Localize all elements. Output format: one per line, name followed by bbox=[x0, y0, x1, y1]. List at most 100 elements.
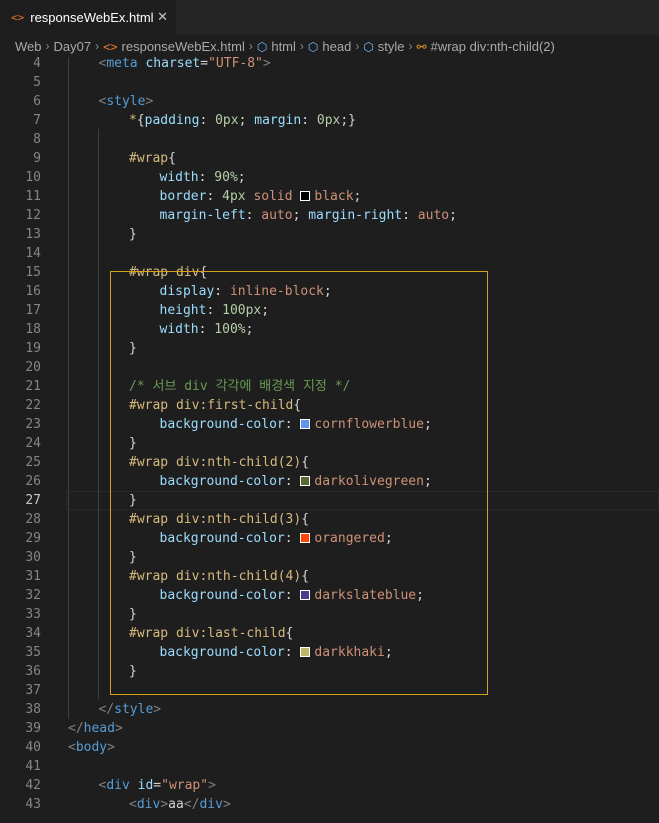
line-number: 20 bbox=[25, 360, 41, 375]
line-number: 43 bbox=[25, 797, 41, 812]
code-text: #wrap div:nth-child(3){ bbox=[129, 510, 309, 529]
code-token: ; bbox=[423, 417, 432, 432]
line-number: 8 bbox=[33, 132, 41, 147]
color-swatch[interactable] bbox=[300, 533, 311, 543]
code-token: #wrap div:nth-child(2) bbox=[129, 455, 302, 470]
color-swatch[interactable] bbox=[300, 419, 311, 429]
code-token: padding bbox=[144, 113, 200, 128]
code-token: { bbox=[293, 398, 302, 413]
code-token: margin-right bbox=[308, 208, 403, 223]
code-token: > bbox=[114, 721, 123, 736]
code-token: darkkhaki bbox=[314, 645, 385, 660]
code-text: margin-left: auto; margin-right: auto; bbox=[160, 206, 457, 225]
code-line: 5 bbox=[0, 73, 659, 92]
line-number: 26 bbox=[25, 474, 41, 489]
cube-icon: ⬡ bbox=[363, 39, 374, 54]
code-line: 42 <div id="wrap"> bbox=[0, 776, 659, 795]
code-token: 90% bbox=[214, 170, 238, 185]
line-number: 12 bbox=[25, 208, 41, 223]
breadcrumb-label: head bbox=[322, 38, 352, 54]
chevron-right-icon: › bbox=[248, 39, 253, 53]
indent-guide bbox=[98, 129, 99, 699]
code-token: < bbox=[68, 740, 76, 755]
code-token: "UTF-8" bbox=[208, 57, 263, 71]
code-text: </head> bbox=[68, 719, 123, 738]
code-token: display bbox=[159, 284, 215, 299]
breadcrumb-item[interactable]: ⬡ style bbox=[363, 39, 404, 54]
code-token: 4px bbox=[222, 189, 246, 204]
color-swatch[interactable] bbox=[300, 191, 311, 201]
breadcrumb-item[interactable]: Web bbox=[15, 39, 42, 54]
code-token: margin-left bbox=[159, 208, 246, 223]
line-number: 32 bbox=[25, 588, 41, 603]
code-token: : bbox=[198, 170, 215, 185]
code-token: } bbox=[129, 607, 137, 622]
code-token: 100px bbox=[222, 303, 262, 318]
line-number: 42 bbox=[25, 778, 41, 793]
code-token: 0px bbox=[215, 113, 239, 128]
code-token: width bbox=[159, 322, 199, 337]
code-token: darkslateblue bbox=[314, 588, 417, 603]
code-text: #wrap div:nth-child(2){ bbox=[129, 453, 309, 472]
code-text: #wrap{ bbox=[129, 149, 176, 168]
code-line: 40 <body> bbox=[0, 738, 659, 757]
code-token: solid bbox=[253, 189, 293, 204]
line-number: 17 bbox=[25, 303, 41, 318]
breadcrumb-item[interactable]: ⬡ head bbox=[308, 39, 351, 54]
line-number: 6 bbox=[33, 94, 41, 109]
breadcrumb-item[interactable]: ⬡ html bbox=[257, 39, 296, 54]
code-text: border: 4px solid black; bbox=[160, 187, 362, 206]
color-swatch[interactable] bbox=[300, 647, 311, 657]
code-token: div bbox=[199, 797, 223, 812]
code-token: background-color bbox=[159, 531, 285, 546]
breadcrumb-item[interactable]: ⚯ #wrap div:nth-child(2) bbox=[417, 39, 555, 54]
code-token: : bbox=[245, 208, 262, 223]
line-number: 27 bbox=[25, 493, 41, 508]
code-text: } bbox=[129, 339, 137, 358]
code-token: #wrap bbox=[129, 151, 169, 166]
code-token: border bbox=[159, 189, 207, 204]
breadcrumb-item[interactable]: <> responseWebEx.html bbox=[103, 39, 245, 54]
breadcrumb-item[interactable]: Day07 bbox=[54, 39, 92, 54]
line-number: 7 bbox=[33, 113, 41, 128]
current-line-highlight bbox=[66, 491, 659, 510]
code-text: #wrap div:first-child{ bbox=[129, 396, 301, 415]
line-number: 21 bbox=[25, 379, 41, 394]
code-editor[interactable]: 3<head>4<meta charset="UTF-8">56<style>7… bbox=[0, 57, 659, 823]
line-number: 29 bbox=[25, 531, 41, 546]
chevron-right-icon: › bbox=[408, 39, 413, 53]
code-token: darkolivegreen bbox=[314, 474, 424, 489]
line-number: 24 bbox=[25, 436, 41, 451]
line-number: 35 bbox=[25, 645, 41, 660]
code-token: : bbox=[284, 588, 301, 603]
code-token: ; bbox=[323, 284, 332, 299]
chevron-right-icon: › bbox=[45, 39, 50, 53]
code-token: width bbox=[159, 170, 199, 185]
line-number: 23 bbox=[25, 417, 41, 432]
code-token: #wrap div:nth-child(3) bbox=[129, 512, 302, 527]
code-text: #wrap div{ bbox=[129, 263, 207, 282]
line-number: 5 bbox=[33, 75, 41, 90]
code-token: aa bbox=[168, 797, 184, 812]
line-number: 9 bbox=[33, 151, 41, 166]
code-token: > bbox=[107, 740, 115, 755]
code-text: width: 100%; bbox=[160, 320, 254, 339]
code-token: </ bbox=[68, 721, 84, 736]
code-token: : bbox=[284, 417, 301, 432]
line-number: 19 bbox=[25, 341, 41, 356]
code-text: *{padding: 0px; margin: 0px;} bbox=[129, 111, 356, 130]
code-token: style bbox=[106, 94, 146, 109]
code-token: div bbox=[136, 797, 161, 812]
chevron-right-icon: › bbox=[95, 39, 100, 53]
code-token: 100% bbox=[214, 322, 246, 337]
code-text: background-color: cornflowerblue; bbox=[160, 415, 432, 434]
color-swatch[interactable] bbox=[300, 476, 311, 486]
color-swatch[interactable] bbox=[300, 590, 311, 600]
code-token: } bbox=[129, 664, 137, 679]
close-icon[interactable]: ✕ bbox=[157, 9, 168, 25]
code-token: background-color bbox=[159, 417, 285, 432]
chevron-right-icon: › bbox=[299, 39, 304, 53]
code-token: "wrap" bbox=[161, 778, 209, 793]
tab-responsewebex[interactable]: <> responseWebEx.html ✕ bbox=[0, 0, 176, 35]
